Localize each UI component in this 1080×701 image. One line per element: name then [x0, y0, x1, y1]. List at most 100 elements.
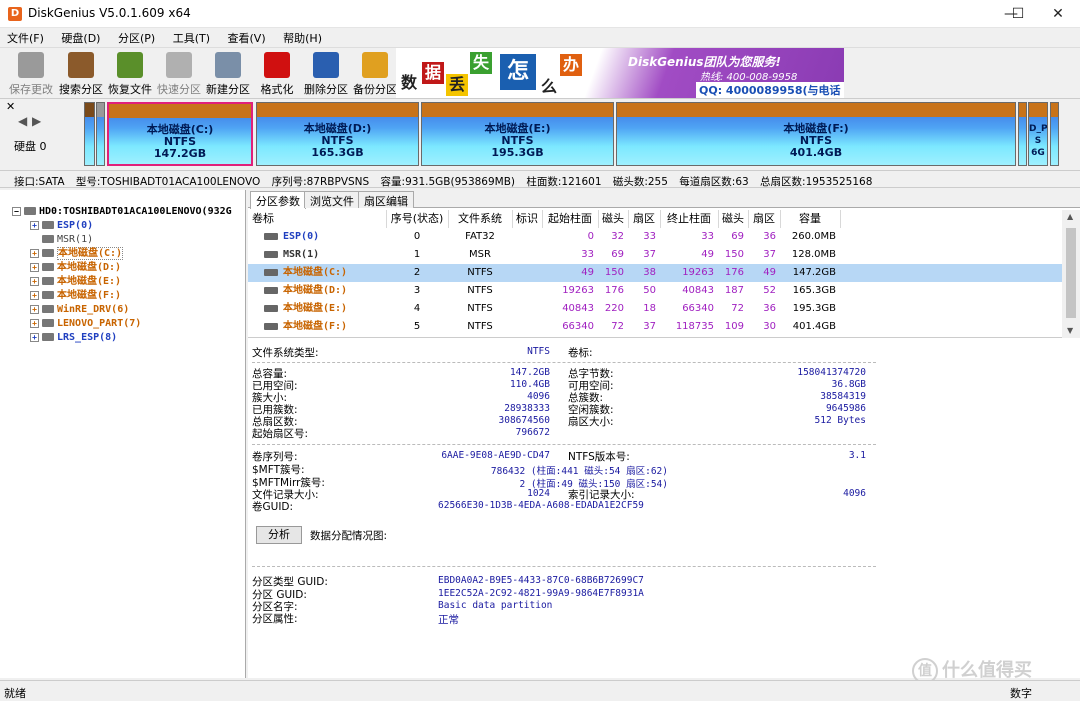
expand-icon[interactable]: + — [30, 290, 39, 300]
partition-icon — [264, 268, 278, 276]
backup-icon — [362, 52, 388, 78]
tree-item-label: 本地磁盘(C:) — [57, 247, 124, 260]
column-divider[interactable] — [542, 210, 543, 228]
fs-type-label: 文件系统类型: — [252, 347, 319, 359]
next-disk-arrow-icon[interactable]: ▶ — [32, 114, 41, 128]
tree-item-esp[interactable]: + ESP(0) — [30, 219, 93, 233]
expand-icon[interactable]: + — [30, 248, 39, 258]
close-button[interactable]: ✕ — [1036, 0, 1080, 28]
tree-item-f[interactable]: + 本地磁盘(F:) — [30, 289, 121, 303]
file-record-value: 1024 — [527, 488, 550, 499]
tree-root-label: HD0:TOSHIBADT01ACA100LENOVO(932G — [39, 206, 232, 217]
new-partition-button[interactable]: 新建分区 — [203, 50, 253, 98]
recover-files-button[interactable]: 恢复文件 — [105, 50, 155, 98]
menu-file[interactable]: 文件(F) — [0, 28, 51, 46]
table-row[interactable]: 本地磁盘(E:) 4 NTFS 40843 220 18 66340 72 36 195.3GB — [248, 300, 1062, 318]
table-row[interactable]: MSR(1) 1 MSR 33 69 37 49 150 37 128.0MB — [248, 246, 1062, 264]
tree-item-msr[interactable]: MSR(1) — [30, 233, 93, 247]
tab-browse-files[interactable]: 浏览文件 — [304, 191, 360, 208]
scrollbar-thumb[interactable] — [1066, 228, 1076, 318]
cell-volume-name: 本地磁盘(C:) — [260, 264, 386, 282]
table-cell: NTFS — [467, 321, 493, 332]
ntfs-version-label: NTFS版本号: — [568, 451, 630, 463]
menu-bar: 文件(F) 硬盘(D) 分区(P) 工具(T) 查看(V) 帮助(H) — [0, 28, 1080, 46]
maximize-button[interactable]: ☐ — [996, 0, 1040, 28]
ad-banner[interactable]: 数 据 丢 失 怎 么 办 DiskGenius团队为您服务! 热线: 400-… — [396, 48, 844, 98]
table-cell: 176 — [724, 267, 744, 278]
table-row[interactable]: ESP(0) 0 FAT32 0 32 33 33 69 36 260.0MB — [248, 228, 1062, 246]
menu-partition[interactable]: 分区(P) — [111, 28, 162, 46]
format-button[interactable]: 格式化 — [252, 50, 302, 98]
column-divider[interactable] — [386, 210, 387, 228]
column-divider[interactable] — [748, 210, 749, 228]
sector-size-value: 512 Bytes — [814, 415, 866, 426]
tab-sector-edit[interactable]: 扇区编辑 — [358, 191, 414, 208]
expand-icon[interactable]: + — [30, 304, 39, 314]
menu-disk[interactable]: 硬盘(D) — [54, 28, 107, 46]
disk-segment-f[interactable]: 本地磁盘(F:) NTFS 401.4GB — [616, 102, 1016, 166]
backup-partition-label: 备份分区 — [353, 83, 397, 96]
column-divider[interactable] — [448, 210, 449, 228]
close-panel-icon[interactable]: ✕ — [6, 100, 15, 113]
tree-item-e[interactable]: + 本地磁盘(E:) — [30, 275, 121, 289]
quick-partition-button[interactable]: 快速分区 — [154, 50, 204, 98]
serial-value: 6AAE-9E08-AE9D-CD47 — [441, 450, 550, 461]
tree-item-label: ESP(0) — [57, 220, 94, 231]
expand-icon[interactable]: + — [30, 220, 39, 230]
prev-disk-arrow-icon[interactable]: ◀ — [18, 114, 27, 128]
tree-item-d[interactable]: + 本地磁盘(D:) — [30, 261, 121, 275]
table-row[interactable]: 本地磁盘(F:) 5 NTFS 66340 72 37 118735 109 30 401.4GB — [248, 318, 1062, 336]
save-changes-button[interactable]: 保存更改 — [6, 50, 56, 98]
menu-tools[interactable]: 工具(T) — [166, 28, 217, 46]
backup-partition-button[interactable]: 备份分区 — [350, 50, 400, 98]
tree-item-lrs-esp[interactable]: + LRS_ESP(8) — [30, 331, 117, 345]
disk-segment-msr[interactable] — [96, 102, 105, 166]
table-cell: 0 — [587, 231, 594, 242]
column-divider[interactable] — [780, 210, 781, 228]
column-divider[interactable] — [512, 210, 513, 228]
delete-partition-button[interactable]: 删除分区 — [301, 50, 351, 98]
expand-icon[interactable]: + — [30, 332, 39, 342]
column-divider[interactable] — [660, 210, 661, 228]
disk-segment-esp[interactable] — [84, 102, 95, 166]
table-scrollbar[interactable]: ▲ ▼ — [1062, 210, 1080, 338]
table-cell: 30 — [763, 321, 776, 332]
tree-item-label: MSR(1) — [57, 234, 94, 245]
column-divider[interactable] — [840, 210, 841, 228]
expand-icon[interactable]: + — [30, 262, 39, 272]
tab-partition-params[interactable]: 分区参数 — [250, 191, 306, 209]
expand-icon[interactable]: + — [30, 276, 39, 286]
table-cell: 66340 — [682, 303, 714, 314]
title-bar: D DiskGenius V5.0.1.609 x64 — ☐ ✕ — [0, 0, 1080, 28]
menu-help[interactable]: 帮助(H) — [276, 28, 329, 46]
col-end-cyl: 终止柱面 — [667, 212, 711, 225]
analyze-button[interactable]: 分析 — [256, 526, 302, 544]
scroll-up-icon[interactable]: ▲ — [1067, 212, 1073, 221]
menu-view[interactable]: 查看(V) — [221, 28, 273, 46]
partition-name-text: 本地磁盘(F:) — [283, 321, 348, 332]
disk-segment-e[interactable]: 本地磁盘(E:) NTFS 195.3GB — [421, 102, 614, 166]
scroll-down-icon[interactable]: ▼ — [1067, 326, 1073, 335]
disk-segment-c[interactable]: 本地磁盘(C:) NTFS 147.2GB — [107, 102, 253, 166]
table-row[interactable]: 本地磁盘(C:) 2 NTFS 49 150 38 19263 176 49 147.2GB — [248, 264, 1062, 282]
column-divider[interactable] — [598, 210, 599, 228]
table-cell: 176 — [604, 285, 624, 296]
table-row[interactable]: 本地磁盘(D:) 3 NTFS 19263 176 50 40843 187 52 165.3GB — [248, 282, 1062, 300]
table-cell: 37 — [763, 249, 776, 260]
partition-attr-label: 分区属性: — [252, 613, 298, 625]
collapse-icon[interactable]: − — [12, 206, 21, 216]
cell-volume-name: 本地磁盘(D:) — [260, 282, 386, 300]
disk-segment-small[interactable] — [1018, 102, 1027, 166]
tree-root-disk[interactable]: − HD0:TOSHIBADT01ACA100LENOVO(932G — [12, 205, 232, 219]
tree-item-winre[interactable]: + WinRE_DRV(6) — [30, 303, 129, 317]
tree-item-c[interactable]: + 本地磁盘(C:) — [30, 247, 124, 261]
search-partition-button[interactable]: 搜索分区 — [56, 50, 106, 98]
expand-icon[interactable]: + — [30, 318, 39, 328]
table-cell — [512, 264, 542, 282]
column-divider[interactable] — [628, 210, 629, 228]
column-divider[interactable] — [718, 210, 719, 228]
disk-segment-lrs-esp[interactable] — [1050, 102, 1059, 166]
disk-segment-d[interactable]: 本地磁盘(D:) NTFS 165.3GB — [256, 102, 419, 166]
tree-item-lenovo-part[interactable]: + LENOVO_PART(7) — [30, 317, 141, 331]
disk-segment-lenovo-part[interactable]: D_P S 6G — [1028, 102, 1048, 166]
